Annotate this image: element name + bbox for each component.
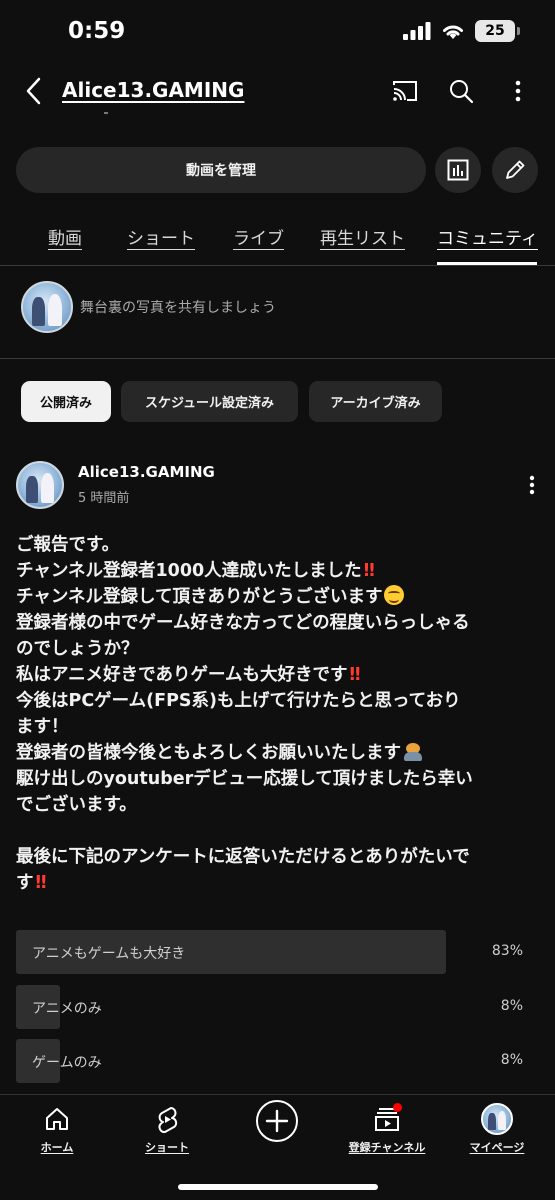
analytics-icon (447, 159, 469, 181)
nav-create[interactable] (227, 1099, 327, 1143)
tab-community[interactable]: コミュニティ (437, 224, 538, 249)
post-menu-button[interactable] (520, 473, 544, 497)
search-button[interactable] (444, 74, 478, 108)
post-author-avatar[interactable] (16, 461, 64, 509)
poll-option[interactable]: ゲームのみ 8% (16, 1039, 523, 1083)
smiling-face-icon (384, 585, 405, 605)
nav-home[interactable]: ホーム (7, 1103, 107, 1155)
analytics-button[interactable] (435, 147, 481, 193)
poll-option-percent: 8% (500, 1052, 523, 1068)
post-line: ます！ (16, 717, 69, 737)
tab-playlists[interactable]: 再生リスト (320, 224, 405, 249)
post-line: ご報告です。 (16, 535, 120, 555)
status-time: 0:59 (68, 18, 126, 44)
nav-shorts[interactable]: ショート (117, 1103, 217, 1155)
more-vertical-icon (515, 80, 521, 102)
bowing-person-icon (403, 741, 423, 761)
channel-header: Alice13.GAMING (0, 64, 555, 120)
search-icon (450, 80, 474, 104)
poll-option-label: ゲームのみ (32, 1055, 102, 1071)
shorts-icon (150, 1103, 184, 1135)
profile-avatar-icon (480, 1103, 514, 1135)
cast-button[interactable] (388, 74, 422, 108)
manage-videos-button[interactable]: 動画を管理 (16, 147, 426, 193)
post-timestamp: 5 時間前 (78, 491, 130, 506)
notification-dot (393, 1103, 402, 1112)
post-author-name[interactable]: Alice13.GAMING (78, 463, 215, 481)
cellular-signal-icon (403, 22, 431, 40)
battery-icon: 25 (475, 20, 520, 42)
status-indicators: 25 (403, 20, 520, 42)
nav-my-page-label: マイページ (469, 1141, 525, 1154)
poll-option[interactable]: アニメもゲームも大好き 83% (16, 930, 523, 974)
post-line: 登録者様の中でゲーム好きな方ってどの程度いらっしゃる (16, 613, 470, 633)
post-line: のでしょうか？ (16, 639, 139, 659)
tab-shorts[interactable]: ショート (127, 224, 195, 249)
double-exclamation-icon: ‼ (363, 561, 375, 581)
poll-option[interactable]: アニメのみ 8% (16, 985, 523, 1029)
back-arrow-icon (26, 77, 41, 105)
double-exclamation-icon: ‼ (35, 873, 47, 893)
status-bar: 0:59 25 (0, 0, 555, 64)
subscriptions-icon (370, 1103, 404, 1135)
post-line: 駆け出しのyoutuberデビュー応援して頂けましたら幸い (16, 769, 473, 789)
pencil-icon (506, 160, 525, 179)
back-button[interactable] (18, 74, 48, 108)
nav-my-page[interactable]: マイページ (447, 1103, 547, 1155)
post-line: 最後に下記のアンケートに返答いただけるとありがたいで (16, 847, 470, 867)
home-icon (40, 1103, 74, 1135)
nav-subscriptions-label: 登録チャンネル (348, 1141, 426, 1154)
edit-channel-button[interactable] (492, 147, 538, 193)
poll-option-label: アニメもゲームも大好き (32, 946, 186, 962)
post-line (16, 818, 531, 844)
post-body: ご報告です。 チャンネル登録者1000人達成いたしました ‼ チャンネル登録して頂… (16, 532, 531, 896)
channel-avatar (21, 281, 73, 333)
nav-home-label: ホーム (40, 1141, 74, 1154)
post-line: チャンネル登録して頂きありがとうございます (16, 584, 531, 610)
create-icon (255, 1099, 299, 1143)
nav-shorts-label: ショート (145, 1141, 189, 1154)
poll-option-percent: 83% (491, 943, 523, 959)
filter-chip-scheduled[interactable]: スケジュール設定済み (121, 381, 298, 422)
channel-tabs: 動画 ショート ライブ 再生リスト コミュニティ (0, 214, 555, 266)
create-post-prompt[interactable]: 舞台裏の写真を共有しましょう (80, 297, 276, 317)
nav-subscriptions[interactable]: 登録チャンネル (337, 1103, 437, 1155)
poll-option-percent: 8% (500, 998, 523, 1014)
poll-option-label: アニメのみ (32, 1001, 102, 1017)
more-vertical-icon (529, 475, 535, 495)
divider (0, 358, 555, 359)
cast-icon (393, 81, 417, 101)
double-exclamation-icon: ‼ (349, 665, 360, 685)
post-line: 私はアニメ好きでありゲームも大好きです ‼ (16, 665, 360, 685)
post-line: す ‼ (16, 873, 47, 893)
post-line: 登録者の皆様今後ともよろしくお願いいたします (16, 740, 531, 766)
tab-videos[interactable]: 動画 (48, 224, 82, 249)
divider (0, 265, 555, 266)
wifi-icon (443, 25, 463, 39)
filter-chip-published[interactable]: 公開済み (21, 381, 111, 422)
profile-avatar (481, 1103, 513, 1135)
channel-title[interactable]: Alice13.GAMING (62, 78, 244, 102)
more-options-button[interactable] (501, 74, 535, 108)
decorative-mark (104, 112, 108, 114)
tab-live[interactable]: ライブ (233, 224, 284, 249)
post-line: チャンネル登録者1000人達成いたしました ‼ (16, 561, 375, 581)
home-indicator (178, 1184, 378, 1190)
post-line: でございます。 (16, 795, 137, 815)
filter-chip-archived[interactable]: アーカイブ済み (309, 381, 442, 422)
post-line: 今後はPCゲーム(FPS系)も上げて行けたらと思っており (16, 691, 461, 711)
